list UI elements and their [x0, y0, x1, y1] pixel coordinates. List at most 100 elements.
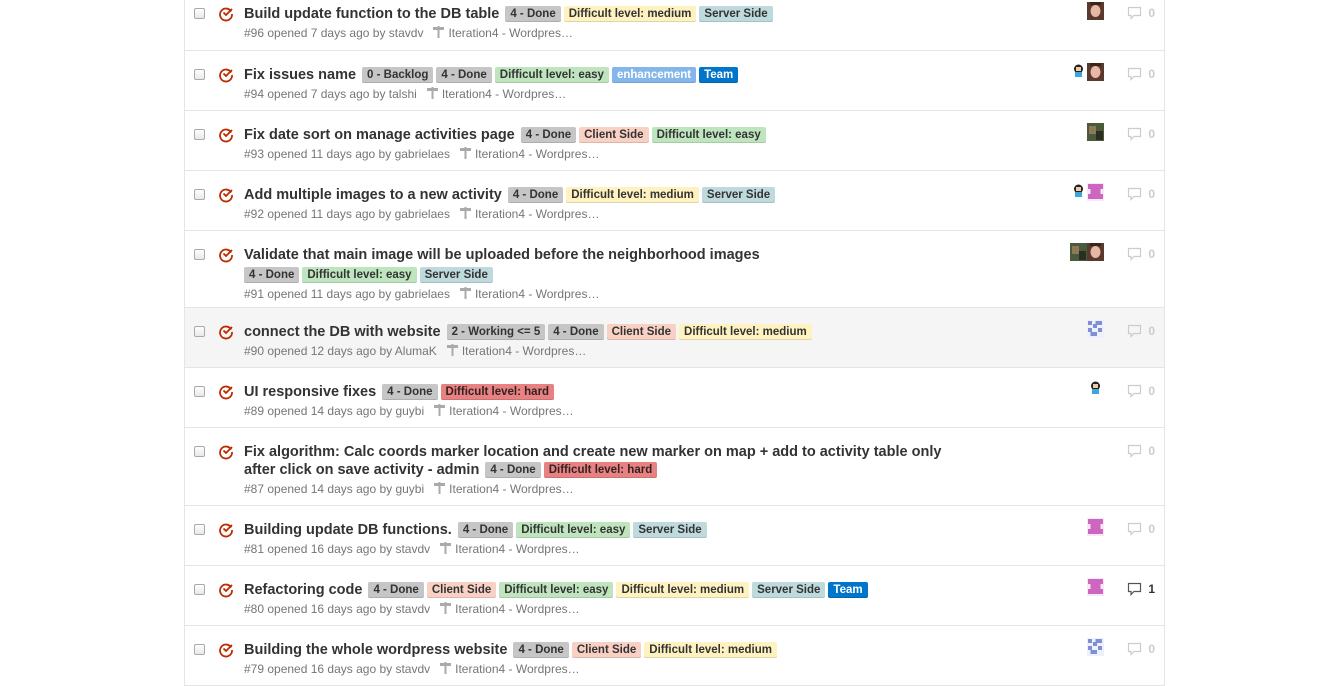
comments-count[interactable]: 0: [1127, 324, 1155, 338]
issue-row[interactable]: Add multiple images to a new activity 4 -…: [185, 171, 1164, 231]
comments-count[interactable]: 0: [1127, 522, 1155, 536]
comments-count[interactable]: 0: [1127, 187, 1155, 201]
avatar-face[interactable]: [1087, 2, 1104, 20]
label-medium[interactable]: Difficult level: medium: [616, 582, 750, 598]
label-working[interactable]: 2 - Working <= 5: [446, 324, 546, 340]
issue-row[interactable]: Building the whole wordpress website 4 - …: [185, 626, 1164, 686]
issue-checkbox[interactable]: [194, 129, 205, 140]
comments-count[interactable]: 0: [1127, 642, 1155, 656]
label-client[interactable]: Client Side: [606, 324, 677, 340]
issue-row[interactable]: Build update function to the DB table 4 -…: [185, 0, 1164, 51]
issue-row[interactable]: Fix algorithm: Calc coords marker locati…: [185, 428, 1164, 506]
comments-count[interactable]: 0: [1127, 444, 1155, 458]
issue-checkbox[interactable]: [194, 249, 205, 260]
label-server[interactable]: Server Side: [419, 267, 493, 283]
label-done[interactable]: 4 - Done: [548, 324, 604, 340]
issue-checkbox[interactable]: [194, 69, 205, 80]
label-done[interactable]: 4 - Done: [382, 384, 438, 400]
comments-count[interactable]: 1: [1127, 582, 1155, 596]
label-server[interactable]: Server Side: [752, 582, 826, 598]
label-client[interactable]: Client Side: [426, 582, 497, 598]
label-enhancement[interactable]: enhancement: [611, 67, 697, 83]
label-done[interactable]: 4 - Done: [244, 267, 300, 283]
label-done[interactable]: 4 - Done: [507, 187, 564, 203]
avatar-octo[interactable]: [1070, 183, 1087, 201]
label-done[interactable]: 4 - Done: [505, 6, 561, 22]
label-medium[interactable]: Difficult level: medium: [566, 187, 699, 203]
label-done[interactable]: 4 - Done: [457, 522, 514, 538]
label-hard[interactable]: Difficult level: hard: [440, 384, 555, 400]
issue-checkbox[interactable]: [194, 524, 205, 535]
avatar-octo[interactable]: [1087, 380, 1104, 398]
issue-title-link[interactable]: Build update function to the DB table: [244, 6, 499, 22]
issue-title-link[interactable]: Building update DB functions.: [244, 522, 452, 538]
issue-title-link[interactable]: Refactoring code: [244, 582, 362, 598]
issue-row[interactable]: UI responsive fixes 4 - Done Difficult lev…: [185, 368, 1164, 428]
milestone-link[interactable]: Iteration4 - Wordpres…: [434, 404, 574, 419]
label-client[interactable]: Client Side: [571, 642, 642, 658]
issue-title-link[interactable]: Fix date sort on manage activities page: [244, 127, 515, 143]
issue-row[interactable]: Fix issues name 0 - Backlog 4 - Done Diffic…: [185, 51, 1164, 111]
milestone-link[interactable]: Iteration4 - Wordpres…: [440, 662, 580, 677]
milestone-link[interactable]: Iteration4 - Wordpres…: [440, 602, 580, 617]
issue-title-link[interactable]: Add multiple images to a new activity: [244, 187, 502, 203]
avatar-blue[interactable]: [1087, 320, 1104, 338]
issue-checkbox[interactable]: [194, 644, 205, 655]
label-easy[interactable]: Difficult level: easy: [651, 127, 766, 143]
comments-count[interactable]: 0: [1127, 127, 1155, 141]
issue-title-link[interactable]: UI responsive fixes: [244, 384, 376, 400]
issue-checkbox[interactable]: [194, 584, 205, 595]
comments-count[interactable]: 0: [1127, 6, 1155, 20]
label-done[interactable]: 4 - Done: [485, 462, 541, 478]
issue-row[interactable]: Fix date sort on manage activities page 4…: [185, 111, 1164, 171]
issue-checkbox[interactable]: [194, 386, 205, 397]
avatar-photo[interactable]: [1087, 123, 1104, 141]
issue-row[interactable]: connect the DB with website 2 - Working <…: [185, 308, 1164, 368]
label-done[interactable]: 4 - Done: [520, 127, 577, 143]
issue-checkbox[interactable]: [194, 189, 205, 200]
label-done[interactable]: 4 - Done: [368, 582, 424, 598]
label-team[interactable]: Team: [828, 582, 868, 598]
label-medium[interactable]: Difficult level: medium: [679, 324, 812, 340]
label-medium[interactable]: Difficult level: medium: [563, 6, 697, 22]
label-hard[interactable]: Difficult level: hard: [543, 462, 658, 478]
comments-count[interactable]: 0: [1127, 384, 1155, 398]
label-easy[interactable]: Difficult level: easy: [494, 67, 609, 83]
issue-title-link[interactable]: Building the whole wordpress website: [244, 642, 507, 658]
milestone-link[interactable]: Iteration4 - Wordpres…: [434, 482, 574, 497]
milestone-link[interactable]: Iteration4 - Wordpres…: [459, 287, 599, 302]
avatar-pink[interactable]: [1087, 183, 1104, 201]
issue-row[interactable]: Building update DB functions. 4 - Done Dif…: [185, 506, 1164, 566]
label-server[interactable]: Server Side: [699, 6, 773, 22]
comments-count[interactable]: 0: [1127, 67, 1155, 81]
label-easy[interactable]: Difficult level: easy: [516, 522, 631, 538]
comments-count[interactable]: 0: [1127, 247, 1155, 261]
milestone-link[interactable]: Iteration4 - Wordpres…: [440, 542, 580, 557]
issue-title-link[interactable]: Fix issues name: [244, 67, 356, 83]
label-medium[interactable]: Difficult level: medium: [644, 642, 777, 658]
issue-checkbox[interactable]: [194, 446, 205, 457]
issue-checkbox[interactable]: [194, 8, 205, 19]
issue-title-link[interactable]: Validate that main image will be uploade…: [244, 247, 760, 263]
label-done[interactable]: 4 - Done: [436, 67, 492, 83]
label-done[interactable]: 4 - Done: [513, 642, 569, 658]
label-server[interactable]: Server Side: [633, 522, 707, 538]
avatar-face[interactable]: [1087, 63, 1104, 81]
avatar-octo[interactable]: [1070, 63, 1087, 81]
avatar-photo[interactable]: [1070, 243, 1087, 261]
milestone-link[interactable]: Iteration4 - Wordpres…: [459, 147, 599, 162]
issue-checkbox[interactable]: [194, 326, 205, 337]
label-easy[interactable]: Difficult level: easy: [302, 267, 417, 283]
label-server[interactable]: Server Side: [701, 187, 776, 203]
avatar-pink[interactable]: [1087, 518, 1104, 536]
milestone-link[interactable]: Iteration4 - Wordpres…: [426, 87, 566, 102]
avatar-face[interactable]: [1087, 243, 1104, 261]
avatar-blue[interactable]: [1087, 638, 1104, 656]
label-backlog[interactable]: 0 - Backlog: [362, 67, 434, 83]
label-easy[interactable]: Difficult level: easy: [499, 582, 614, 598]
issue-row[interactable]: Validate that main image will be uploade…: [185, 231, 1164, 308]
milestone-link[interactable]: Iteration4 - Wordpres…: [459, 207, 599, 222]
label-client[interactable]: Client Side: [579, 127, 649, 143]
milestone-link[interactable]: Iteration4 - Wordpres…: [433, 26, 573, 41]
issue-title-link[interactable]: connect the DB with website: [244, 324, 441, 340]
